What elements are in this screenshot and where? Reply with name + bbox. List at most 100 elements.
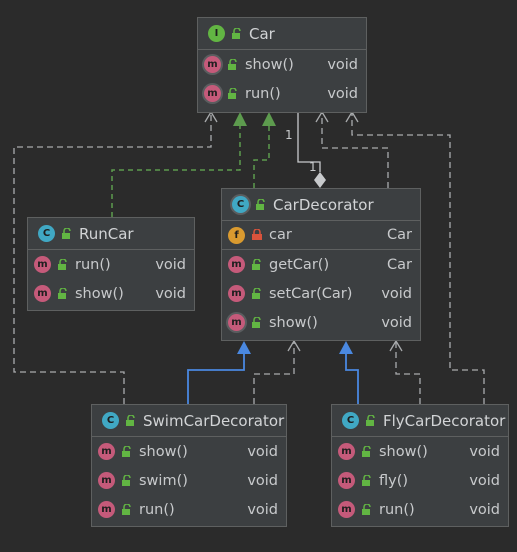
multiplicity-decorator-end: 1 bbox=[309, 160, 317, 174]
class-swimcardecorator-header: C SwimCarDecorator bbox=[92, 405, 286, 437]
class-icon: C bbox=[342, 412, 359, 429]
method-icon: m bbox=[98, 501, 115, 518]
member-name: run() bbox=[379, 501, 415, 518]
member-row[interactable]: m swim() void bbox=[92, 466, 286, 495]
member-type: void bbox=[247, 501, 278, 518]
member-name: show() bbox=[75, 285, 124, 302]
method-icon: m bbox=[228, 285, 245, 302]
public-lock-icon bbox=[252, 316, 261, 328]
member-type: void bbox=[381, 314, 412, 331]
member-row[interactable]: m setCar(Car) void bbox=[222, 279, 420, 308]
public-lock-icon bbox=[58, 287, 67, 299]
member-type: void bbox=[155, 285, 186, 302]
member-row[interactable]: m show() void bbox=[198, 50, 366, 79]
method-icon: m bbox=[204, 85, 221, 102]
member-name: run() bbox=[245, 85, 281, 102]
class-cardecorator[interactable]: C CarDecorator f car Car m getCar() Car … bbox=[221, 188, 421, 341]
public-lock-icon bbox=[62, 227, 71, 239]
member-row[interactable]: m run() void bbox=[332, 495, 508, 524]
member-type: void bbox=[469, 472, 500, 489]
member-row[interactable]: m getCar() Car bbox=[222, 250, 420, 279]
method-icon: m bbox=[338, 472, 355, 489]
member-name: run() bbox=[139, 501, 175, 518]
public-lock-icon bbox=[252, 258, 261, 270]
method-icon: m bbox=[338, 443, 355, 460]
method-icon: m bbox=[98, 443, 115, 460]
member-name: car bbox=[269, 227, 292, 243]
member-row[interactable]: m run() void bbox=[28, 250, 194, 279]
class-swimcardecorator-name: SwimCarDecorator bbox=[143, 411, 285, 430]
member-row[interactable]: m show() void bbox=[222, 308, 420, 337]
public-lock-icon bbox=[122, 474, 131, 486]
member-name: setCar(Car) bbox=[269, 285, 353, 302]
member-row[interactable]: m show() void bbox=[28, 279, 194, 308]
field-row[interactable]: f car Car bbox=[222, 221, 420, 250]
member-type: void bbox=[381, 285, 412, 302]
method-icon: m bbox=[34, 256, 51, 273]
member-name: show() bbox=[379, 443, 428, 460]
edge-swim-depends-cardecorator bbox=[253, 339, 301, 404]
method-icon: m bbox=[204, 56, 221, 73]
member-name: getCar() bbox=[269, 256, 330, 273]
member-name: show() bbox=[245, 56, 294, 73]
edge-fly-extends-cardecorator bbox=[339, 341, 359, 404]
member-type: void bbox=[327, 85, 358, 102]
member-type: Car bbox=[387, 256, 412, 273]
class-runcar-name: RunCar bbox=[79, 224, 134, 243]
class-runcar[interactable]: C RunCar m run() void m show() void bbox=[27, 217, 195, 311]
abstract-class-icon: C bbox=[232, 196, 249, 213]
member-type: Car bbox=[387, 227, 412, 243]
public-lock-icon bbox=[122, 503, 131, 515]
private-lock-icon bbox=[252, 229, 262, 240]
member-name: show() bbox=[269, 314, 318, 331]
member-name: show() bbox=[139, 443, 188, 460]
public-lock-icon bbox=[228, 58, 237, 70]
member-type: void bbox=[327, 56, 358, 73]
method-icon: m bbox=[34, 285, 51, 302]
member-type: void bbox=[469, 501, 500, 518]
member-row[interactable]: m show() void bbox=[332, 437, 508, 466]
class-car-name: Car bbox=[249, 24, 275, 43]
member-type: void bbox=[469, 443, 500, 460]
member-name: swim() bbox=[139, 472, 188, 489]
class-flycardecorator-name: FlyCarDecorator bbox=[383, 411, 506, 430]
method-icon: m bbox=[228, 314, 245, 331]
class-cardecorator-header: C CarDecorator bbox=[222, 189, 420, 221]
member-type: void bbox=[247, 472, 278, 489]
method-icon: m bbox=[338, 501, 355, 518]
edge-swim-extends-cardecorator bbox=[187, 341, 251, 404]
edge-fly-depends-cardecorator bbox=[389, 339, 421, 404]
class-icon: C bbox=[102, 412, 119, 429]
public-lock-icon bbox=[232, 27, 241, 39]
public-lock-icon bbox=[362, 474, 371, 486]
public-lock-icon bbox=[126, 414, 135, 426]
public-lock-icon bbox=[362, 503, 371, 515]
method-icon: m bbox=[98, 472, 115, 489]
public-lock-icon bbox=[252, 287, 261, 299]
multiplicity-car-end: 1 bbox=[285, 128, 293, 142]
edge-cardecorator-implements-car bbox=[253, 112, 276, 188]
member-row[interactable]: m run() void bbox=[92, 495, 286, 524]
class-swimcardecorator[interactable]: C SwimCarDecorator m show() void m swim(… bbox=[91, 404, 287, 527]
public-lock-icon bbox=[122, 445, 131, 457]
class-cardecorator-name: CarDecorator bbox=[273, 195, 374, 214]
member-row[interactable]: m run() void bbox=[198, 79, 366, 108]
class-car-header: I Car bbox=[198, 18, 366, 50]
member-name: run() bbox=[75, 256, 111, 273]
class-runcar-header: C RunCar bbox=[28, 218, 194, 250]
public-lock-icon bbox=[228, 87, 237, 99]
public-lock-icon bbox=[256, 198, 265, 210]
public-lock-icon bbox=[362, 445, 371, 457]
member-name: fly() bbox=[379, 472, 409, 489]
member-type: void bbox=[155, 256, 186, 273]
member-row[interactable]: m show() void bbox=[92, 437, 286, 466]
class-car[interactable]: I Car m show() void m run() void bbox=[197, 17, 367, 113]
field-icon: f bbox=[228, 226, 245, 244]
member-row[interactable]: m fly() void bbox=[332, 466, 508, 495]
class-flycardecorator[interactable]: C FlyCarDecorator m show() void m fly() … bbox=[331, 404, 509, 527]
interface-icon: I bbox=[208, 25, 225, 42]
class-flycardecorator-header: C FlyCarDecorator bbox=[332, 405, 508, 437]
member-type: void bbox=[247, 443, 278, 460]
public-lock-icon bbox=[366, 414, 375, 426]
public-lock-icon bbox=[58, 258, 67, 270]
